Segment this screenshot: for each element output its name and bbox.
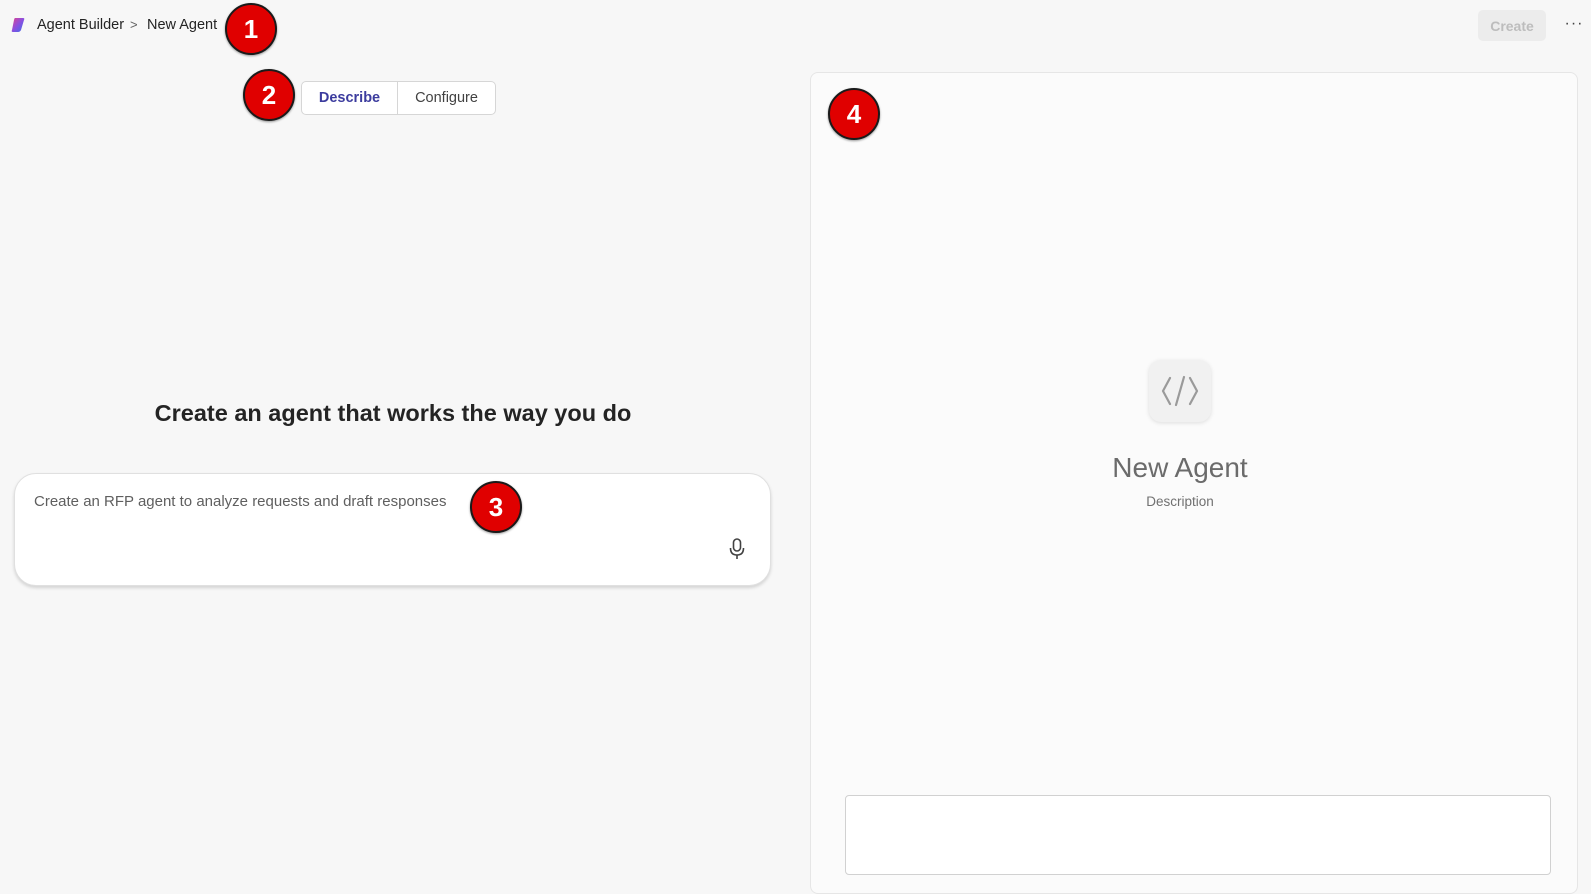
breadcrumb-new-agent: New Agent: [147, 17, 218, 33]
more-options-icon[interactable]: ···: [1564, 14, 1584, 34]
preview-chat-input[interactable]: [845, 795, 1551, 875]
tab-configure[interactable]: Configure: [398, 82, 495, 114]
annotation-marker-4: 4: [828, 88, 880, 140]
microphone-icon[interactable]: [728, 537, 746, 561]
breadcrumb-separator: >: [130, 17, 138, 32]
page-heading: Create an agent that works the way you d…: [154, 400, 632, 426]
prompt-text: Create an RFP agent to analyze requests …: [34, 493, 447, 510]
annotation-marker-3: 3: [470, 481, 522, 533]
annotation-marker-1: 1: [225, 3, 277, 55]
annotation-marker-2: 2: [243, 69, 295, 121]
preview-agent-description: Description: [1146, 494, 1214, 509]
app-logo-icon: [11, 18, 25, 32]
code-brackets-icon: [1149, 360, 1211, 422]
breadcrumb-agent-builder[interactable]: Agent Builder: [37, 16, 124, 34]
tab-describe[interactable]: Describe: [302, 82, 398, 114]
create-button[interactable]: Create: [1478, 10, 1546, 41]
mode-tabs: Describe Configure: [301, 81, 496, 115]
preview-agent-name: New Agent: [1112, 452, 1248, 483]
describe-prompt-input[interactable]: [14, 473, 771, 586]
